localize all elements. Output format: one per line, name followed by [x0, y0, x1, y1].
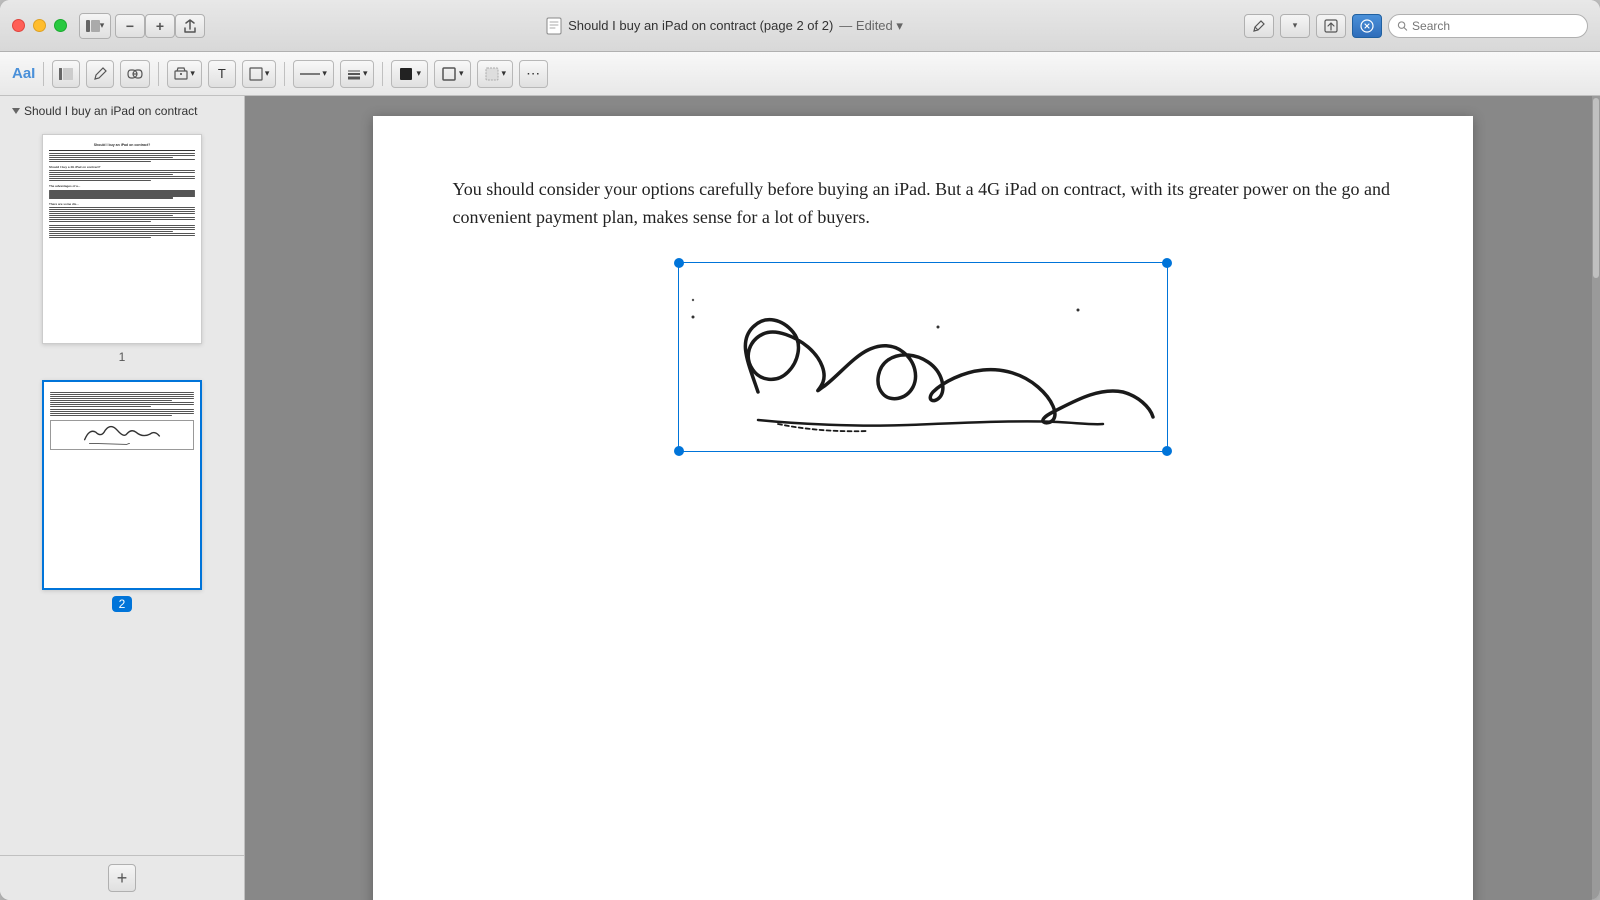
document-view[interactable]: You should consider your options careful…: [245, 96, 1600, 900]
search-input[interactable]: [1412, 19, 1579, 33]
line-weight-button[interactable]: ▾: [340, 60, 375, 88]
add-page-button[interactable]: +: [108, 864, 136, 892]
pen-tool-button[interactable]: [86, 60, 114, 88]
line-style-button[interactable]: ▾: [293, 60, 334, 88]
edited-status[interactable]: — Edited ▾: [839, 18, 903, 34]
separator-2: [158, 62, 159, 86]
page-2-thumbnail[interactable]: [42, 380, 202, 590]
sidebar: Should I buy an iPad on contract Should …: [0, 96, 245, 900]
sidebar-toggle-button[interactable]: ▾: [80, 14, 110, 38]
search-box[interactable]: [1388, 14, 1588, 38]
border-color-button[interactable]: ▾: [434, 60, 471, 88]
window-controls: [12, 19, 67, 32]
page-1-thumbnail[interactable]: Should I buy an iPad on contract? Should…: [42, 134, 202, 344]
link-button[interactable]: [120, 60, 150, 88]
document-icon: [546, 17, 562, 35]
titlebar: ▾ − + Should I buy an iPad on contract (…: [0, 0, 1600, 52]
sidebar-pages: Should I buy an iPad on contract? Should…: [0, 126, 244, 855]
page-2-number-badge: 2: [112, 596, 133, 612]
zoom-out-button[interactable]: −: [115, 14, 145, 38]
titlebar-right: ▾: [1244, 14, 1588, 38]
maximize-button[interactable]: [54, 19, 67, 32]
main-area: Should I buy an iPad on contract Should …: [0, 96, 1600, 900]
titlebar-center: Should I buy an iPad on contract (page 2…: [205, 17, 1244, 35]
search-icon: [1397, 20, 1408, 32]
fill-color-button[interactable]: ▾: [391, 60, 428, 88]
handle-top-left[interactable]: [674, 258, 684, 268]
separator-1: [43, 62, 44, 86]
sidebar-header: Should I buy an iPad on contract: [0, 96, 244, 126]
separator-4: [382, 62, 383, 86]
add-page-area: +: [0, 855, 244, 900]
page-thumb-2[interactable]: 2: [8, 380, 236, 612]
text-button[interactable]: T: [208, 60, 236, 88]
handle-top-right[interactable]: [1162, 258, 1172, 268]
insert-button[interactable]: ▾: [167, 60, 202, 88]
sidebar-doc-title: Should I buy an iPad on contract: [24, 104, 197, 118]
scrollbar-thumb[interactable]: [1593, 98, 1599, 278]
app-window: ▾ − + Should I buy an iPad on contract (…: [0, 0, 1600, 900]
signature-container[interactable]: [678, 262, 1168, 452]
page-1-number: 1: [119, 350, 126, 364]
zoom-in-button[interactable]: +: [145, 14, 175, 38]
sidebar-view-button[interactable]: [52, 60, 80, 88]
document-title: Should I buy an iPad on contract (page 2…: [568, 18, 833, 33]
handle-bottom-left[interactable]: [674, 446, 684, 456]
minimize-button[interactable]: [33, 19, 46, 32]
shapes-button[interactable]: ▾: [242, 60, 277, 88]
document-page: You should consider your options careful…: [373, 116, 1473, 900]
opacity-button[interactable]: ▾: [477, 60, 514, 88]
paragraph-text: You should consider your options careful…: [453, 176, 1393, 232]
zoom-controls: ▾: [79, 13, 111, 39]
page-thumb-1[interactable]: Should I buy an iPad on contract? Should…: [8, 134, 236, 364]
formatting-toolbar: AaI ▾ T ▾ ▾ ▾: [0, 52, 1600, 96]
collapse-icon[interactable]: [12, 108, 20, 114]
close-button[interactable]: [12, 19, 25, 32]
separator-3: [284, 62, 285, 86]
share-button[interactable]: [175, 14, 205, 38]
markup-dropdown[interactable]: ▾: [1280, 14, 1310, 38]
scrollbar-track[interactable]: [1592, 96, 1600, 900]
export-button[interactable]: [1316, 14, 1346, 38]
accessibility-button[interactable]: [1352, 14, 1382, 38]
handle-bottom-right[interactable]: [1162, 446, 1172, 456]
font-style-button[interactable]: AaI: [12, 65, 35, 82]
selection-box: [678, 262, 1168, 452]
markup-button[interactable]: [1244, 14, 1274, 38]
more-options-button[interactable]: ⋯: [519, 60, 548, 88]
